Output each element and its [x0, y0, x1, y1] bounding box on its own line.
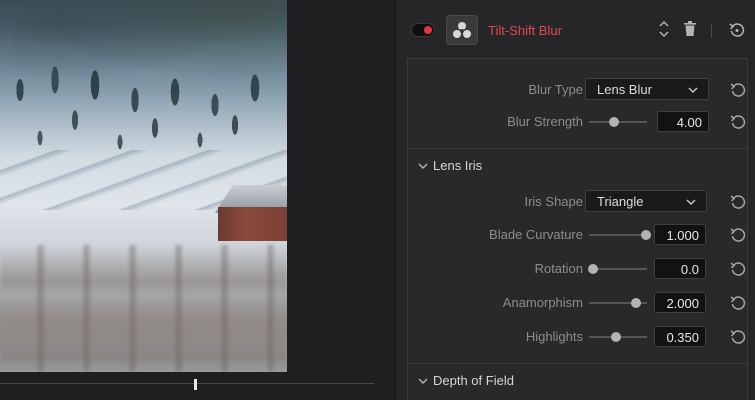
slider-knob[interactable]: [631, 298, 641, 308]
slider-knob[interactable]: [588, 264, 598, 274]
viewer-panel: [0, 0, 395, 400]
anamorphism-label: Anamorphism: [502, 295, 583, 310]
rotation-input[interactable]: 0.0: [654, 258, 706, 279]
rotation-slider[interactable]: [588, 264, 647, 274]
reset-icon[interactable]: [729, 22, 745, 38]
sort-icon[interactable]: [658, 19, 670, 39]
chevron-down-icon: [418, 378, 428, 384]
iris-shape-row: Iris Shape Triangle: [408, 190, 749, 214]
reset-icon[interactable]: [730, 82, 746, 98]
blurred-fence: [0, 245, 287, 372]
reset-icon[interactable]: [730, 227, 746, 243]
blur-type-row: Blur Type Lens Blur: [408, 78, 749, 102]
reset-icon[interactable]: [730, 295, 746, 311]
section-title: Depth of Field: [433, 373, 514, 388]
barn-wall: [218, 207, 287, 241]
blur-type-label: Blur Type: [528, 82, 583, 97]
blur-strength-label: Blur Strength: [507, 114, 583, 129]
rotation-row: Rotation 0.0: [408, 257, 749, 281]
blur-strength-input[interactable]: 4.00: [657, 111, 709, 132]
blade-curvature-input[interactable]: 1.000: [654, 224, 706, 245]
forest-layer: [0, 0, 287, 160]
blade-curvature-label: Blade Curvature: [489, 227, 583, 242]
chevron-down-icon: [418, 163, 428, 169]
iris-shape-dropdown[interactable]: Triangle: [585, 190, 707, 212]
anamorphism-slider[interactable]: [589, 298, 647, 308]
iris-shape-value: Triangle: [597, 194, 644, 209]
highlights-input[interactable]: 0.350: [654, 326, 706, 347]
reset-icon[interactable]: [730, 114, 746, 130]
effect-icon: [446, 15, 478, 45]
iris-shape-label: Iris Shape: [524, 194, 583, 209]
blur-strength-slider[interactable]: [589, 117, 647, 127]
section-depth-of-field[interactable]: Depth of Field: [408, 363, 749, 397]
highlights-label: Highlights: [525, 329, 583, 344]
toggle-indicator: [424, 26, 432, 34]
chevron-down-icon: [688, 87, 698, 93]
anamorphism-input[interactable]: 2.000: [654, 292, 706, 313]
blur-type-value: Lens Blur: [597, 82, 652, 97]
trash-icon[interactable]: [683, 21, 697, 37]
chevron-down-icon: [686, 199, 696, 205]
blur-strength-row: Blur Strength 4.00: [408, 110, 749, 134]
anamorphism-row: Anamorphism 2.000: [408, 291, 749, 315]
blade-curvature-slider[interactable]: [589, 230, 651, 240]
timeline-scrubber[interactable]: [0, 383, 374, 384]
effect-title: Tilt-Shift Blur: [488, 23, 562, 38]
highlights-slider[interactable]: [589, 332, 647, 342]
inspector-panel: Tilt-Shift Blur Blur Type Lens Blur Blur…: [395, 0, 755, 400]
highlights-row: Highlights 0.350: [408, 325, 749, 349]
header-divider: [711, 24, 712, 38]
effect-enable-toggle[interactable]: [411, 23, 435, 37]
slider-knob[interactable]: [611, 332, 621, 342]
effect-header: Tilt-Shift Blur: [396, 0, 755, 58]
reset-icon[interactable]: [730, 261, 746, 277]
slider-knob[interactable]: [641, 230, 651, 240]
reset-icon[interactable]: [730, 194, 746, 210]
section-lens-iris[interactable]: Lens Iris: [408, 148, 749, 182]
blade-curvature-row: Blade Curvature 1.000: [408, 223, 749, 247]
rotation-label: Rotation: [534, 261, 583, 276]
slider-knob[interactable]: [609, 117, 619, 127]
section-title: Lens Iris: [433, 158, 483, 173]
reset-icon[interactable]: [730, 329, 746, 345]
effect-parameters-panel: Blur Type Lens Blur Blur Strength 4.00 L…: [407, 58, 749, 400]
preview-image: [0, 0, 287, 372]
playhead[interactable]: [194, 379, 197, 390]
blur-type-dropdown[interactable]: Lens Blur: [585, 78, 709, 100]
